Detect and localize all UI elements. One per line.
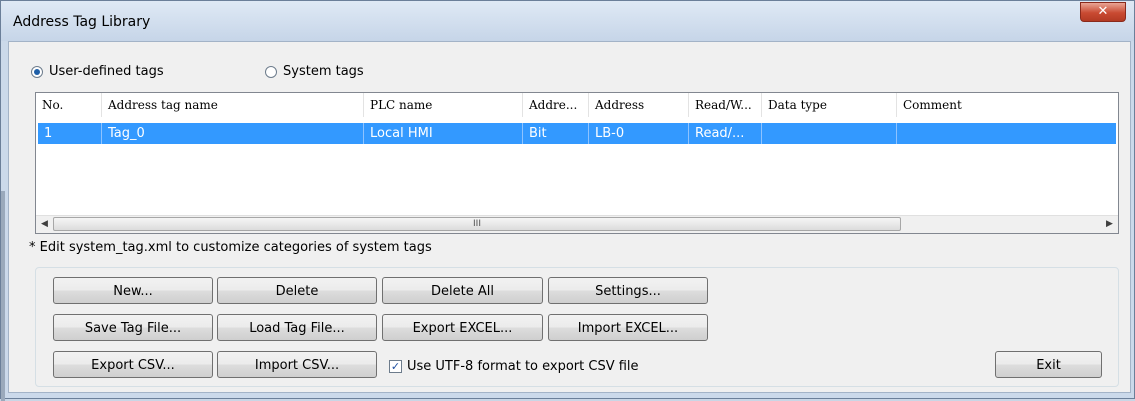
scroll-left-arrow-icon[interactable]: ◀: [36, 216, 53, 233]
import-excel-button[interactable]: Import EXCEL...: [548, 314, 708, 341]
use-utf8-label: Use UTF-8 format to export CSV file: [407, 359, 639, 374]
radio-selected-icon: [31, 65, 43, 78]
address-tag-library-window: Address Tag Library ✕ User-defined tags …: [0, 0, 1135, 401]
radio-unselected-icon: [265, 65, 277, 78]
column-header-comment[interactable]: Comment: [897, 93, 1118, 117]
scroll-right-arrow-icon[interactable]: ▶: [1101, 216, 1118, 233]
cell-comment: [897, 123, 1116, 144]
export-csv-button[interactable]: Export CSV...: [53, 351, 213, 378]
cell-data-type: [762, 123, 897, 144]
horizontal-scrollbar[interactable]: ◀ III ▶: [36, 215, 1118, 233]
column-header-plc-name[interactable]: PLC name: [364, 93, 523, 117]
cell-address-tag-name: Tag_0: [102, 123, 364, 144]
cell-read-write: Read/...: [689, 123, 762, 144]
table-header: No. Address tag name PLC name Addre... A…: [36, 93, 1118, 117]
checkmark-icon: ✓: [389, 360, 402, 373]
scrollbar-thumb[interactable]: III: [53, 217, 901, 231]
save-tag-file-button[interactable]: Save Tag File...: [53, 314, 213, 341]
user-defined-tags-label: User-defined tags: [49, 64, 164, 79]
column-header-no[interactable]: No.: [36, 93, 102, 117]
import-csv-button[interactable]: Import CSV...: [217, 351, 377, 378]
exit-button[interactable]: Exit: [995, 351, 1102, 378]
cell-address: LB-0: [589, 123, 689, 144]
window-title: Address Tag Library: [13, 14, 151, 30]
close-icon: ✕: [1097, 4, 1109, 19]
system-tags-radio[interactable]: System tags: [265, 64, 364, 79]
column-header-address-type[interactable]: Addre...: [523, 93, 589, 117]
system-tag-note: * Edit system_tag.xml to customize categ…: [29, 240, 432, 255]
user-defined-tags-radio[interactable]: User-defined tags: [31, 64, 164, 79]
cell-plc-name: Local HMI: [364, 123, 523, 144]
column-header-data-type[interactable]: Data type: [762, 93, 897, 117]
export-excel-button[interactable]: Export EXCEL...: [382, 314, 543, 341]
use-utf8-checkbox[interactable]: ✓ Use UTF-8 format to export CSV file: [389, 359, 639, 374]
scrollbar-grip-icon: III: [473, 219, 481, 229]
dialog-client-area: User-defined tags System tags No. Addres…: [8, 41, 1131, 393]
tag-list-table[interactable]: No. Address tag name PLC name Addre... A…: [35, 92, 1119, 234]
new-button[interactable]: New...: [53, 277, 213, 304]
column-header-address[interactable]: Address: [589, 93, 689, 117]
settings-button[interactable]: Settings...: [548, 277, 708, 304]
system-tags-label: System tags: [283, 64, 364, 79]
column-header-read-write[interactable]: Read/W...: [689, 93, 762, 117]
delete-button[interactable]: Delete: [217, 277, 377, 304]
close-button[interactable]: ✕: [1080, 2, 1126, 22]
left-window-edge: [1, 191, 5, 401]
load-tag-file-button[interactable]: Load Tag File...: [217, 314, 377, 341]
title-bar[interactable]: Address Tag Library ✕: [1, 1, 1134, 41]
table-row[interactable]: 1 Tag_0 Local HMI Bit LB-0 Read/...: [38, 123, 1116, 144]
delete-all-button[interactable]: Delete All: [382, 277, 543, 304]
cell-no: 1: [38, 123, 102, 144]
column-header-address-tag-name[interactable]: Address tag name: [102, 93, 364, 117]
cell-address-type: Bit: [523, 123, 589, 144]
